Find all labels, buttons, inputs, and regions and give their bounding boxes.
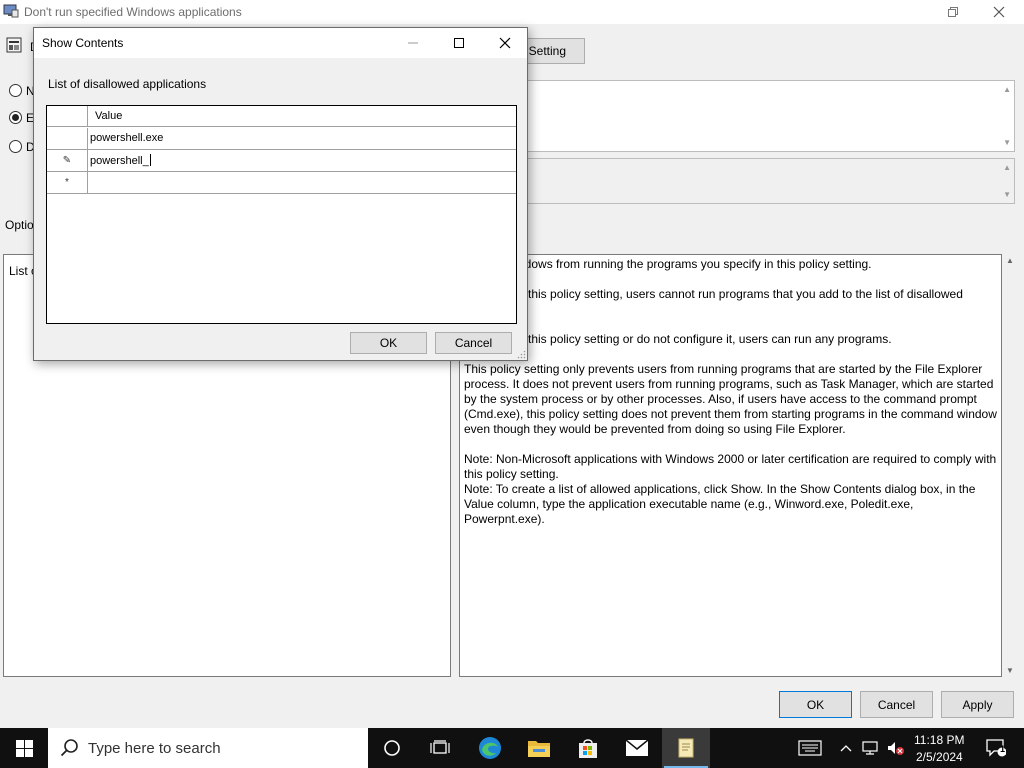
keyboard-icon <box>798 740 822 756</box>
values-grid[interactable]: Value powershell.exe ✎ powershell_ * <box>46 105 517 324</box>
row-selector[interactable] <box>47 128 88 149</box>
apply-button[interactable]: Apply <box>941 691 1014 718</box>
keyboard-tray-button[interactable] <box>790 728 830 768</box>
scroll-down-icon[interactable]: ▼ <box>1003 138 1011 147</box>
start-button[interactable] <box>0 728 48 768</box>
scroll-up-icon[interactable]: ▲ <box>1006 256 1014 265</box>
ok-button[interactable]: OK <box>779 691 852 718</box>
help-paragraph-1: ndows from running the programs you spec… <box>518 257 872 271</box>
cortana-circle-icon <box>384 740 400 756</box>
help-paragraph-5: Note: Non-Microsoft applications with Wi… <box>464 452 997 481</box>
radio-disabled[interactable] <box>9 140 22 153</box>
restore-button[interactable] <box>930 0 976 24</box>
restore-icon <box>948 7 958 17</box>
resize-grip-icon[interactable] <box>517 350 526 359</box>
comment-textarea[interactable]: ▲ ▼ <box>520 80 1015 152</box>
dialog-close-button[interactable] <box>482 28 528 58</box>
volume-muted-icon <box>888 742 904 755</box>
table-row-new[interactable]: * <box>47 172 516 194</box>
help-paragraph-2: e this policy setting, users cannot run … <box>518 287 963 301</box>
scroll-down-icon[interactable]: ▼ <box>1006 666 1014 675</box>
task-view-icon <box>430 740 450 754</box>
clock-time[interactable]: 11:18 PM <box>914 733 964 747</box>
network-icon <box>862 741 878 755</box>
help-paragraph-3: e this policy setting or do not configur… <box>518 332 892 346</box>
minimize-icon <box>408 42 418 44</box>
supported-on-box: ▲ ▼ <box>520 158 1015 204</box>
network-tray-button[interactable] <box>858 728 882 768</box>
mail-button[interactable] <box>613 728 661 768</box>
table-row-editing[interactable]: ✎ powershell_ <box>47 150 516 172</box>
store-bag-icon <box>579 739 597 758</box>
group-policy-editor-button[interactable] <box>662 728 710 768</box>
value-cell-text: powershell_ <box>90 155 149 167</box>
edge-button[interactable] <box>466 728 514 768</box>
table-row[interactable]: powershell.exe <box>47 128 516 150</box>
text-cursor <box>149 154 151 166</box>
help-paragraph-6: Note: To create a list of allowed applic… <box>464 482 976 526</box>
mail-envelope-icon <box>625 739 649 756</box>
value-column-header[interactable]: Value <box>95 110 122 122</box>
dialog-cancel-button[interactable]: Cancel <box>435 332 512 354</box>
help-panel: ndows from running the programs you spec… <box>459 254 1002 677</box>
help-scrollbar[interactable]: ▲ ▼ <box>1002 254 1019 677</box>
radio-not-configured[interactable] <box>9 84 22 97</box>
notification-count: 1 <box>1000 744 1006 754</box>
value-cell[interactable]: powershell.exe <box>90 132 163 144</box>
grid-header: Value <box>47 106 516 127</box>
taskbar: Type here to search 11:18 PM 2/5/2024 1 <box>0 728 1024 768</box>
taskbar-search-box[interactable]: Type here to search <box>48 728 368 768</box>
show-hidden-icons-button[interactable] <box>836 728 856 768</box>
radio-enabled[interactable] <box>9 111 22 124</box>
disallowed-list-label: List of disallowed applications <box>48 77 207 91</box>
edge-browser-icon <box>479 737 501 759</box>
clock-date[interactable]: 2/5/2024 <box>916 750 963 764</box>
dialog-title: Show Contents <box>42 36 124 50</box>
policy-app-icon <box>3 4 19 18</box>
main-title-bar[interactable]: Don't run specified Windows applications <box>0 0 1024 24</box>
show-contents-dialog: Show Contents List of disallowed applica… <box>33 27 528 361</box>
options-label: Optio <box>5 218 34 232</box>
action-center-button[interactable]: 1 <box>976 728 1016 768</box>
file-explorer-button[interactable] <box>515 728 563 768</box>
windows-logo-icon <box>15 739 33 757</box>
folder-icon <box>528 741 550 757</box>
help-paragraph-4: This policy setting only prevents users … <box>464 362 997 436</box>
scroll-up-icon[interactable]: ▲ <box>1003 163 1011 172</box>
search-icon <box>60 739 78 757</box>
cancel-button[interactable]: Cancel <box>860 691 933 718</box>
dialog-maximize-button[interactable] <box>436 28 482 58</box>
close-icon <box>993 6 1005 18</box>
volume-tray-button[interactable] <box>883 728 907 768</box>
notepad-scroll-icon <box>678 738 694 758</box>
edit-pencil-icon[interactable]: ✎ <box>47 150 88 171</box>
search-placeholder: Type here to search <box>88 740 221 757</box>
scroll-up-icon[interactable]: ▲ <box>1003 85 1011 94</box>
maximize-icon <box>454 38 464 48</box>
scroll-down-icon[interactable]: ▼ <box>1003 190 1011 199</box>
new-row-asterisk-icon[interactable]: * <box>47 172 88 193</box>
next-setting-label: Setting <box>528 44 566 58</box>
chevron-up-icon <box>840 745 852 752</box>
help-paragraph-2-tail: . <box>464 302 997 317</box>
close-icon <box>499 37 511 49</box>
dialog-title-bar[interactable]: Show Contents <box>34 28 527 58</box>
task-view-button[interactable] <box>416 728 464 768</box>
task-view-cortana-button[interactable] <box>368 728 416 768</box>
policy-setting-icon <box>6 37 22 53</box>
dialog-ok-button[interactable]: OK <box>350 332 427 354</box>
value-cell-input[interactable]: powershell_ <box>90 154 151 167</box>
grid-header-selector[interactable] <box>47 106 88 126</box>
store-button[interactable] <box>564 728 612 768</box>
close-button[interactable] <box>976 0 1022 24</box>
dialog-minimize-button[interactable] <box>390 28 436 58</box>
window-title: Don't run specified Windows applications <box>24 5 242 19</box>
